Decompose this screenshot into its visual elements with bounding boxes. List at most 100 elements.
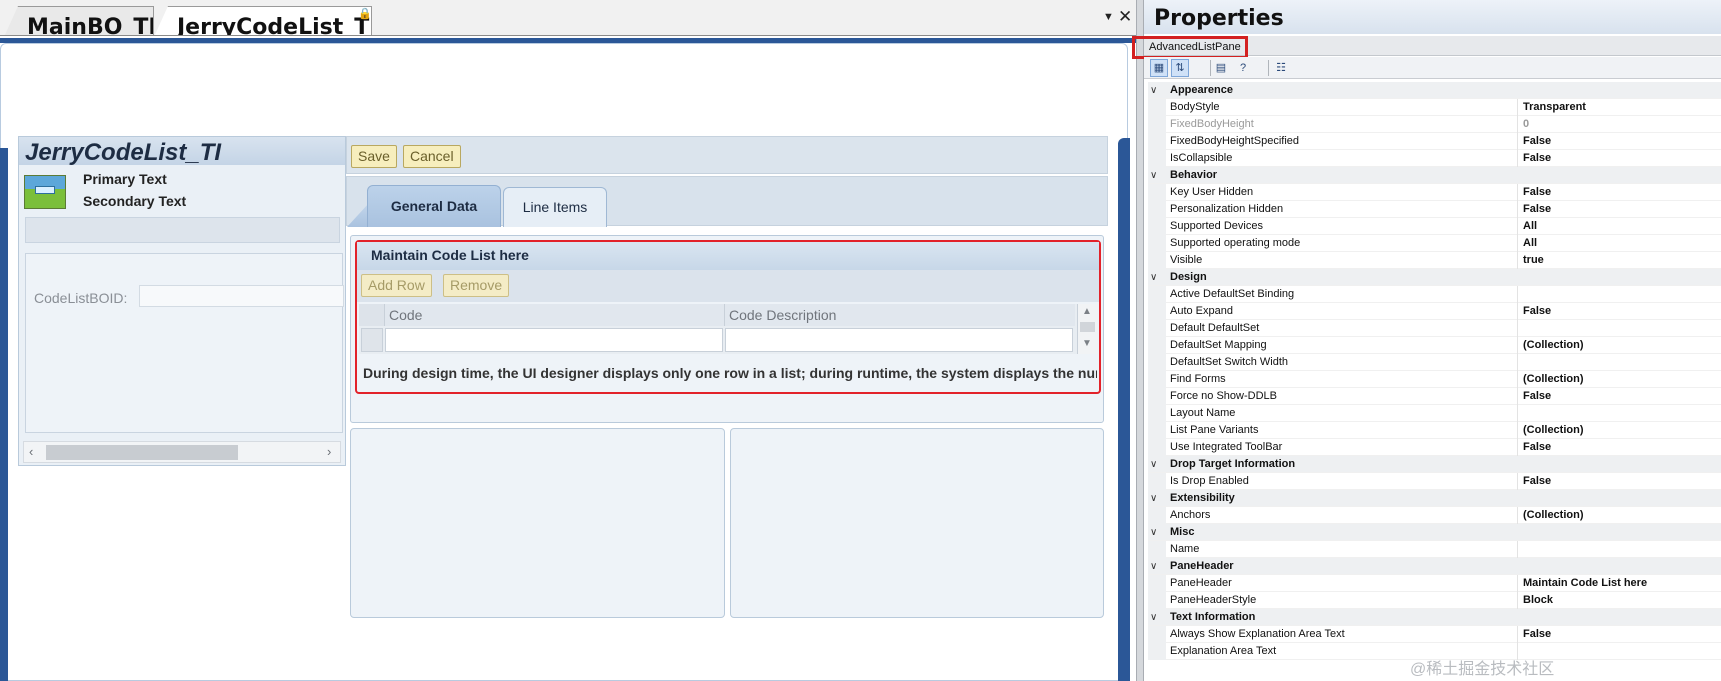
property-value[interactable]: False	[1523, 133, 1719, 150]
row-selector[interactable]	[361, 328, 383, 352]
property-row[interactable]: Supported Devices All	[1148, 218, 1721, 235]
tab-general-data[interactable]: General Data	[367, 185, 501, 227]
save-button[interactable]: Save	[351, 145, 397, 168]
column-header-code[interactable]: Code	[385, 304, 725, 326]
table-scroll-thumb[interactable]	[1080, 322, 1095, 332]
chevron-down-icon[interactable]: ∨	[1150, 82, 1157, 99]
doc-tab-jerrycodelist[interactable]: JerryCodeList_TI	[154, 6, 372, 35]
chevron-down-icon[interactable]: ▼	[1103, 11, 1114, 23]
property-row[interactable]: DefaultSet Mapping (Collection)	[1148, 337, 1721, 354]
property-category[interactable]: ∨ Appearence	[1148, 82, 1721, 99]
property-value[interactable]: False	[1523, 184, 1719, 201]
property-row[interactable]: Key User Hidden False	[1148, 184, 1721, 201]
property-row[interactable]: Default DefaultSet	[1148, 320, 1721, 337]
chevron-down-icon[interactable]: ∨	[1150, 490, 1157, 507]
codelistboid-input[interactable]	[139, 285, 344, 307]
property-value[interactable]: False	[1523, 201, 1719, 218]
property-row[interactable]: Use Integrated ToolBar False	[1148, 439, 1721, 456]
property-value[interactable]: (Collection)	[1523, 371, 1719, 388]
property-row[interactable]: DefaultSet Switch Width	[1148, 354, 1721, 371]
property-row[interactable]: Always Show Explanation Area Text False	[1148, 626, 1721, 643]
property-row[interactable]: List Pane Variants (Collection)	[1148, 422, 1721, 439]
property-category[interactable]: ∨ Drop Target Information	[1148, 456, 1721, 473]
property-row[interactable]: Find Forms (Collection)	[1148, 371, 1721, 388]
column-header-code-description[interactable]: Code Description	[725, 304, 1075, 326]
property-value[interactable]: All	[1523, 218, 1719, 235]
property-row[interactable]: Personalization Hidden False	[1148, 201, 1721, 218]
advanced-list-pane[interactable]: Maintain Code List here Add Row Remove C…	[355, 240, 1101, 394]
property-category[interactable]: ∨ Design	[1148, 269, 1721, 286]
chevron-down-icon[interactable]: ∨	[1150, 558, 1157, 575]
chevron-down-icon[interactable]: ∨	[1150, 167, 1157, 184]
pin-icon[interactable]: 🔒	[358, 7, 372, 20]
property-row[interactable]: FixedBodyHeight 0	[1148, 116, 1721, 133]
property-category[interactable]: ∨ Behavior	[1148, 167, 1721, 184]
help-icon[interactable]: ?	[1234, 59, 1252, 77]
object-identifier-pane[interactable]: JerryCodeList_TI Primary Text Secondary …	[18, 136, 346, 466]
scroll-left-icon[interactable]: ‹	[29, 444, 33, 459]
remove-button[interactable]: Remove	[443, 274, 510, 297]
property-row[interactable]: Is Drop Enabled False	[1148, 473, 1721, 490]
row-gutter	[1148, 354, 1166, 371]
property-value[interactable]: False	[1523, 439, 1719, 456]
property-row[interactable]: Anchors (Collection)	[1148, 507, 1721, 524]
code-description-cell-input[interactable]	[725, 328, 1073, 352]
doc-tab-mainbo[interactable]: MainBO_TI	[4, 6, 154, 35]
chevron-down-icon[interactable]: ∨	[1150, 269, 1157, 286]
chevron-down-icon[interactable]: ∨	[1150, 524, 1157, 541]
property-category[interactable]: ∨ PaneHeader	[1148, 558, 1721, 575]
scroll-down-icon[interactable]: ▼	[1082, 338, 1092, 349]
select-all-header[interactable]	[359, 304, 385, 326]
property-row[interactable]: Visible true	[1148, 252, 1721, 269]
property-row[interactable]: Active DefaultSet Binding	[1148, 286, 1721, 303]
property-value[interactable]: All	[1523, 235, 1719, 252]
empty-pane-right[interactable]	[730, 428, 1104, 618]
property-row[interactable]: Force no Show-DDLB False	[1148, 388, 1721, 405]
property-category[interactable]: ∨ Text Information	[1148, 609, 1721, 626]
property-value[interactable]: False	[1523, 150, 1719, 167]
property-value[interactable]: False	[1523, 303, 1719, 320]
property-row[interactable]: IsCollapsible False	[1148, 150, 1721, 167]
property-category[interactable]: ∨ Misc	[1148, 524, 1721, 541]
cancel-button[interactable]: Cancel	[403, 145, 461, 168]
property-pages-icon[interactable]: ▤	[1212, 59, 1230, 77]
property-value[interactable]: Maintain Code List here	[1523, 575, 1719, 592]
code-cell-input[interactable]	[385, 328, 723, 352]
property-row[interactable]: FixedBodyHeightSpecified False	[1148, 133, 1721, 150]
close-icon[interactable]: ✕	[1118, 7, 1132, 27]
chevron-down-icon[interactable]: ∨	[1150, 456, 1157, 473]
tab-line-items[interactable]: Line Items	[503, 187, 607, 227]
events-icon[interactable]: ☷	[1272, 59, 1290, 77]
property-row[interactable]: Name	[1148, 541, 1721, 558]
selected-object-name[interactable]: AdvancedListPane	[1132, 36, 1248, 59]
table-vertical-scrollbar[interactable]: ▲ ▼	[1077, 304, 1097, 354]
property-row[interactable]: PaneHeaderStyle Block	[1148, 592, 1721, 609]
property-value[interactable]: Transparent	[1523, 99, 1719, 116]
property-row[interactable]: PaneHeader Maintain Code List here	[1148, 575, 1721, 592]
scroll-right-icon[interactable]: ›	[327, 444, 331, 459]
categorized-icon[interactable]: ▦	[1150, 59, 1168, 77]
property-value[interactable]: (Collection)	[1523, 507, 1719, 524]
chevron-down-icon[interactable]: ∨	[1150, 609, 1157, 626]
property-value[interactable]: False	[1523, 473, 1719, 490]
sort-alphabetical-icon[interactable]: ⇅	[1171, 59, 1189, 77]
object-selector[interactable]: AdvancedListPane	[1132, 36, 1721, 59]
property-value[interactable]: False	[1523, 388, 1719, 405]
add-row-button[interactable]: Add Row	[361, 274, 432, 297]
property-value[interactable]: (Collection)	[1523, 422, 1719, 439]
panel-splitter[interactable]	[1136, 0, 1144, 681]
property-row[interactable]: Layout Name	[1148, 405, 1721, 422]
empty-pane-left[interactable]	[350, 428, 725, 618]
property-row[interactable]: Auto Expand False	[1148, 303, 1721, 320]
property-value[interactable]: 0	[1523, 116, 1719, 133]
property-row[interactable]: Supported operating mode All	[1148, 235, 1721, 252]
property-value[interactable]: true	[1523, 252, 1719, 269]
property-value[interactable]: (Collection)	[1523, 337, 1719, 354]
property-row[interactable]: BodyStyle Transparent	[1148, 99, 1721, 116]
scroll-thumb[interactable]	[46, 445, 238, 460]
property-value[interactable]: Block	[1523, 592, 1719, 609]
property-value[interactable]: False	[1523, 626, 1719, 643]
scroll-up-icon[interactable]: ▲	[1082, 306, 1092, 317]
horizontal-scrollbar[interactable]: ‹ ›	[23, 441, 341, 463]
property-category[interactable]: ∨ Extensibility	[1148, 490, 1721, 507]
